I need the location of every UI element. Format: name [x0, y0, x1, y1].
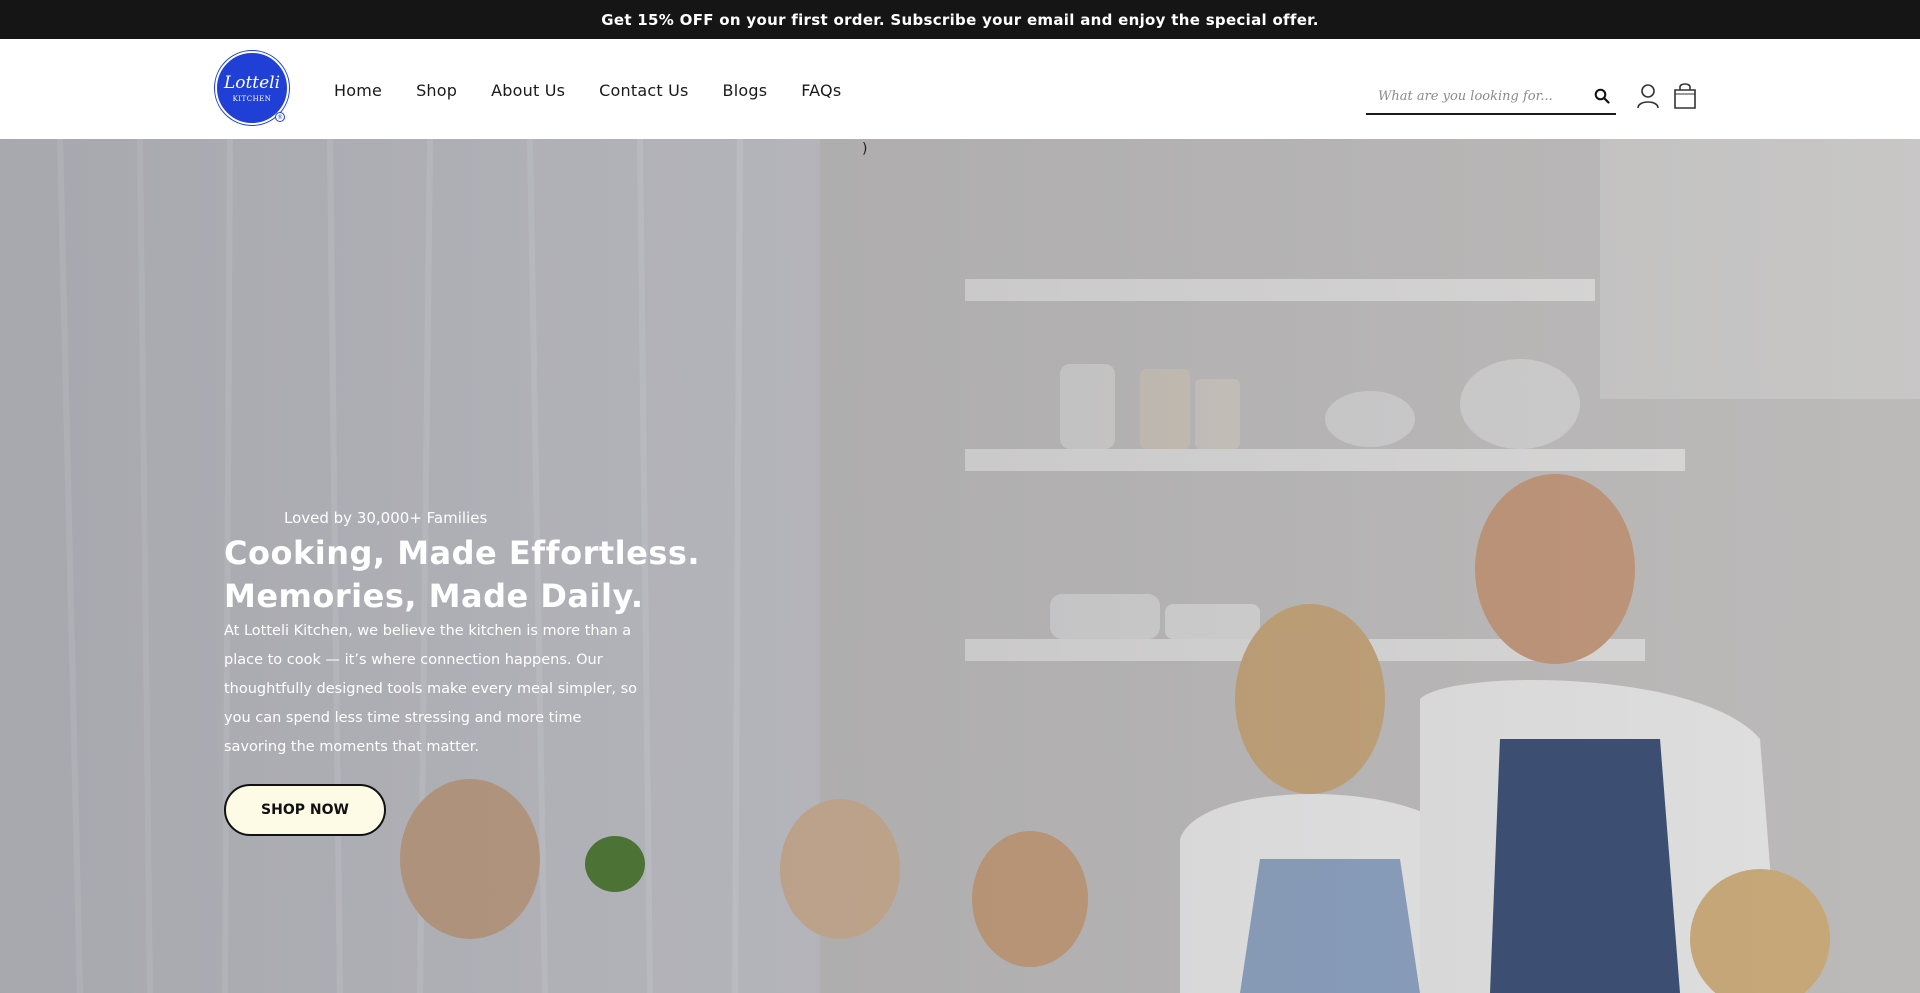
stray-glyph: ) — [862, 141, 868, 157]
nav-shop[interactable]: Shop — [416, 81, 457, 100]
nav-blogs[interactable]: Blogs — [723, 81, 768, 100]
hero-headline: Cooking, Made Effortless. Memories, Made… — [224, 532, 744, 618]
hero-description: At Lotteli Kitchen, we believe the kitch… — [224, 623, 638, 755]
registered-mark: ® — [275, 112, 285, 122]
announcement-bar: Get 15% OFF on your first order. Subscri… — [0, 0, 1920, 39]
nav-contact-us[interactable]: Contact Us — [599, 81, 688, 100]
site-header: Lotteli KITCHEN ® Home Shop About Us Con… — [0, 39, 1920, 139]
logo-wordmark: Lotteli — [223, 72, 281, 93]
hero-banner: ) Loved by 30,000+ Families Cooking, Mad… — [0, 139, 1920, 993]
announcement-text: Get 15% OFF on your first order. Subscri… — [601, 10, 1319, 29]
hero-headline-line-2: Memories, Made Daily. — [224, 577, 644, 615]
logo-subtext: KITCHEN — [232, 94, 272, 103]
search-bar — [1366, 79, 1616, 115]
nav-home[interactable]: Home — [334, 81, 382, 100]
user-icon[interactable] — [1636, 83, 1660, 113]
shopping-bag-icon[interactable] — [1673, 81, 1697, 113]
shop-now-button[interactable]: SHOP NOW — [224, 784, 386, 836]
hero-headline-line-1: Cooking, Made Effortless. — [224, 534, 701, 572]
hero-eyebrow: Loved by 30,000+ Families — [284, 509, 488, 527]
main-nav: Home Shop About Us Contact Us Blogs FAQs — [334, 81, 875, 100]
search-icon[interactable] — [1594, 88, 1610, 108]
nav-faqs[interactable]: FAQs — [801, 81, 841, 100]
nav-about-us[interactable]: About Us — [491, 81, 565, 100]
search-input[interactable] — [1376, 87, 1590, 105]
